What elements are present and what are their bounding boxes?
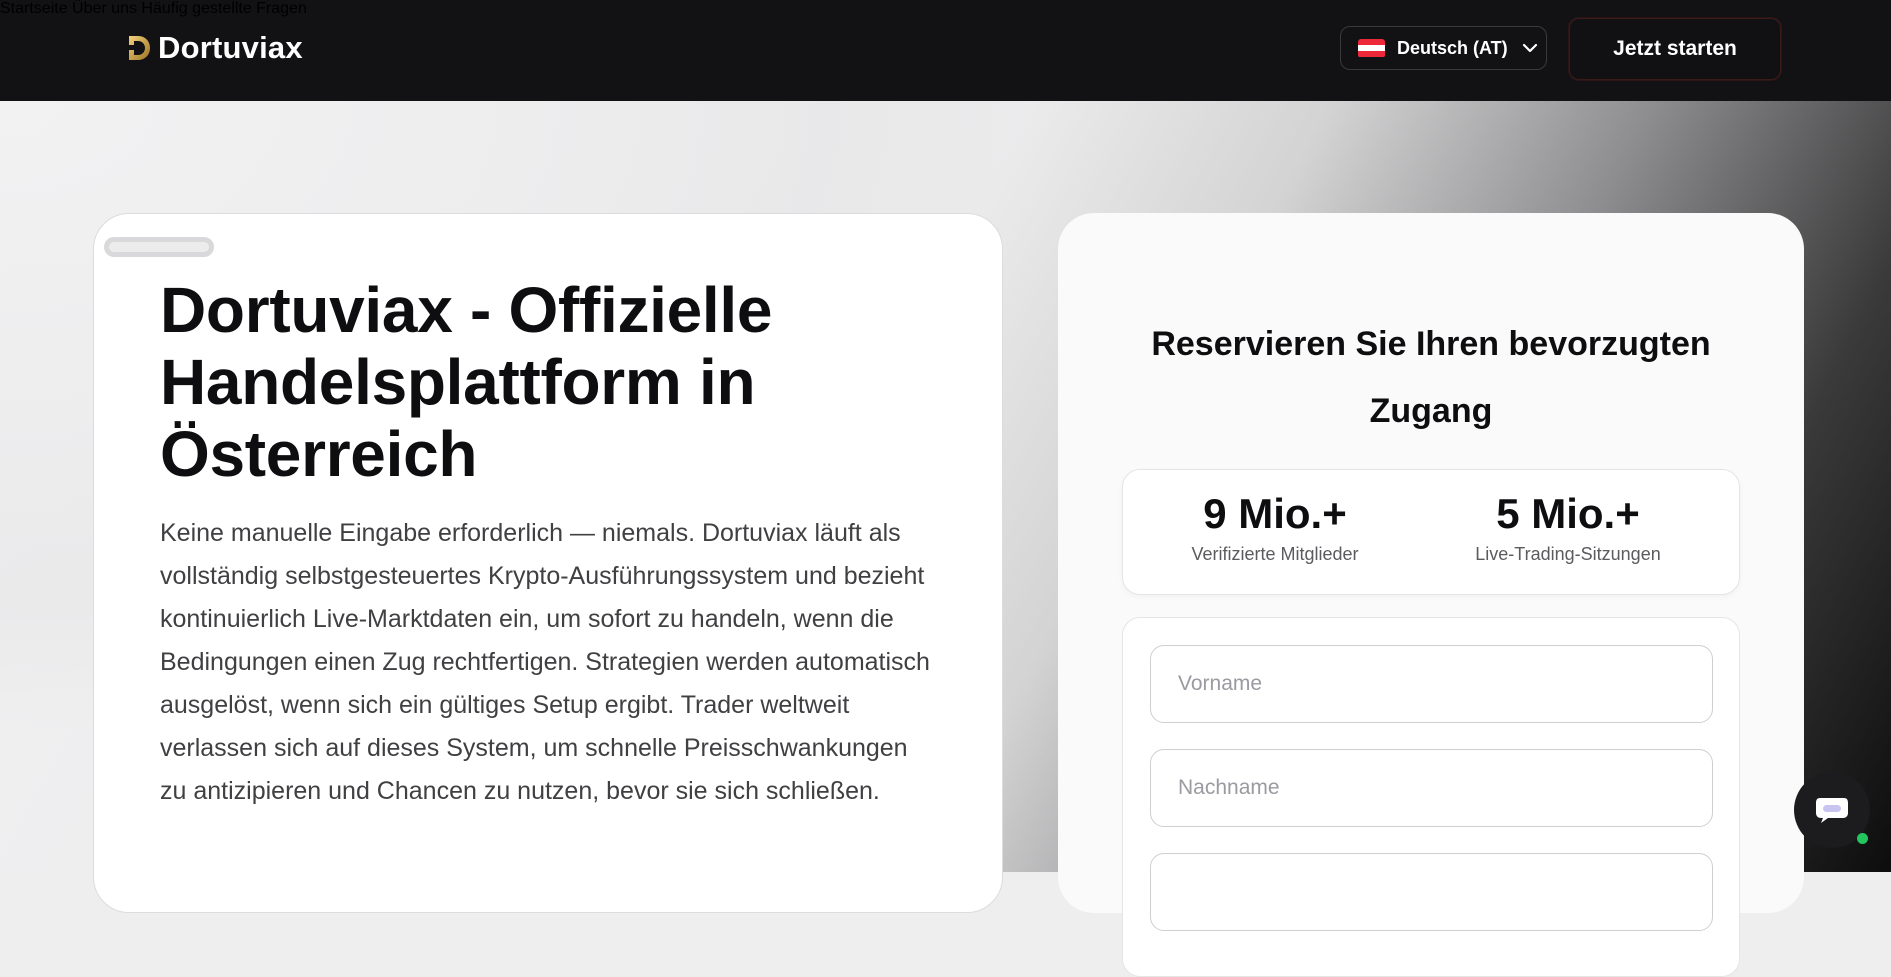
- nav-link-faq[interactable]: Häufig gestellte Fragen: [141, 0, 306, 17]
- austria-flag-icon: [1358, 38, 1385, 58]
- chevron-down-icon: [1522, 43, 1537, 53]
- stat-sessions: 5 Mio.+ Live-Trading-Sitzungen: [1418, 490, 1718, 565]
- stat-label: Verifizierte Mitglieder: [1191, 544, 1359, 564]
- first-name-field[interactable]: [1150, 645, 1713, 723]
- gold-d-logo-icon: [127, 36, 150, 60]
- signup-form: [1122, 617, 1740, 977]
- email-field[interactable]: [1150, 853, 1713, 931]
- last-name-field[interactable]: [1150, 749, 1713, 827]
- brand-logo[interactable]: Dortuviax: [126, 30, 303, 66]
- stat-label: Live-Trading-Sitzungen: [1475, 544, 1661, 564]
- language-selector[interactable]: Deutsch (AT): [1340, 26, 1547, 70]
- stats-panel: 9 Mio.+ Verifizierte Mitglieder 5 Mio.+ …: [1122, 469, 1740, 595]
- nav-link-startseite[interactable]: Startseite: [0, 0, 68, 17]
- stat-members: 9 Mio.+ Verifizierte Mitglieder: [1125, 490, 1425, 565]
- main-nav: Startseite Über uns Häufig gestellte Fra…: [0, 0, 1891, 18]
- top-navigation-bar: Dortuviax Startseite Über uns Häufig ges…: [0, 0, 1891, 101]
- hero-description: Keine manuelle Eingabe erforderlich — ni…: [160, 519, 930, 805]
- stat-value: 5 Mio.+: [1496, 490, 1640, 537]
- chat-bubble-icon: [1816, 798, 1848, 823]
- chat-widget-button[interactable]: [1794, 772, 1870, 848]
- stat-value: 9 Mio.+: [1203, 490, 1347, 537]
- brand-name: Dortuviax: [158, 30, 303, 65]
- nav-link-ueber-uns[interactable]: Über uns: [72, 0, 137, 17]
- signup-card: Reservieren Sie Ihren bevorzugten Zugang…: [1058, 213, 1804, 977]
- online-status-dot: [1857, 833, 1868, 844]
- start-now-button[interactable]: Jetzt starten: [1569, 18, 1781, 80]
- decorative-pill: [104, 237, 214, 257]
- hero-card: Dortuviax - Offizielle Handelsplattform …: [93, 213, 1003, 913]
- hero-title: Dortuviax - Offizielle Handelsplattform …: [160, 274, 773, 490]
- signup-title: Reservieren Sie Ihren bevorzugten Zugang: [1151, 325, 1711, 430]
- language-label: Deutsch (AT): [1397, 37, 1508, 58]
